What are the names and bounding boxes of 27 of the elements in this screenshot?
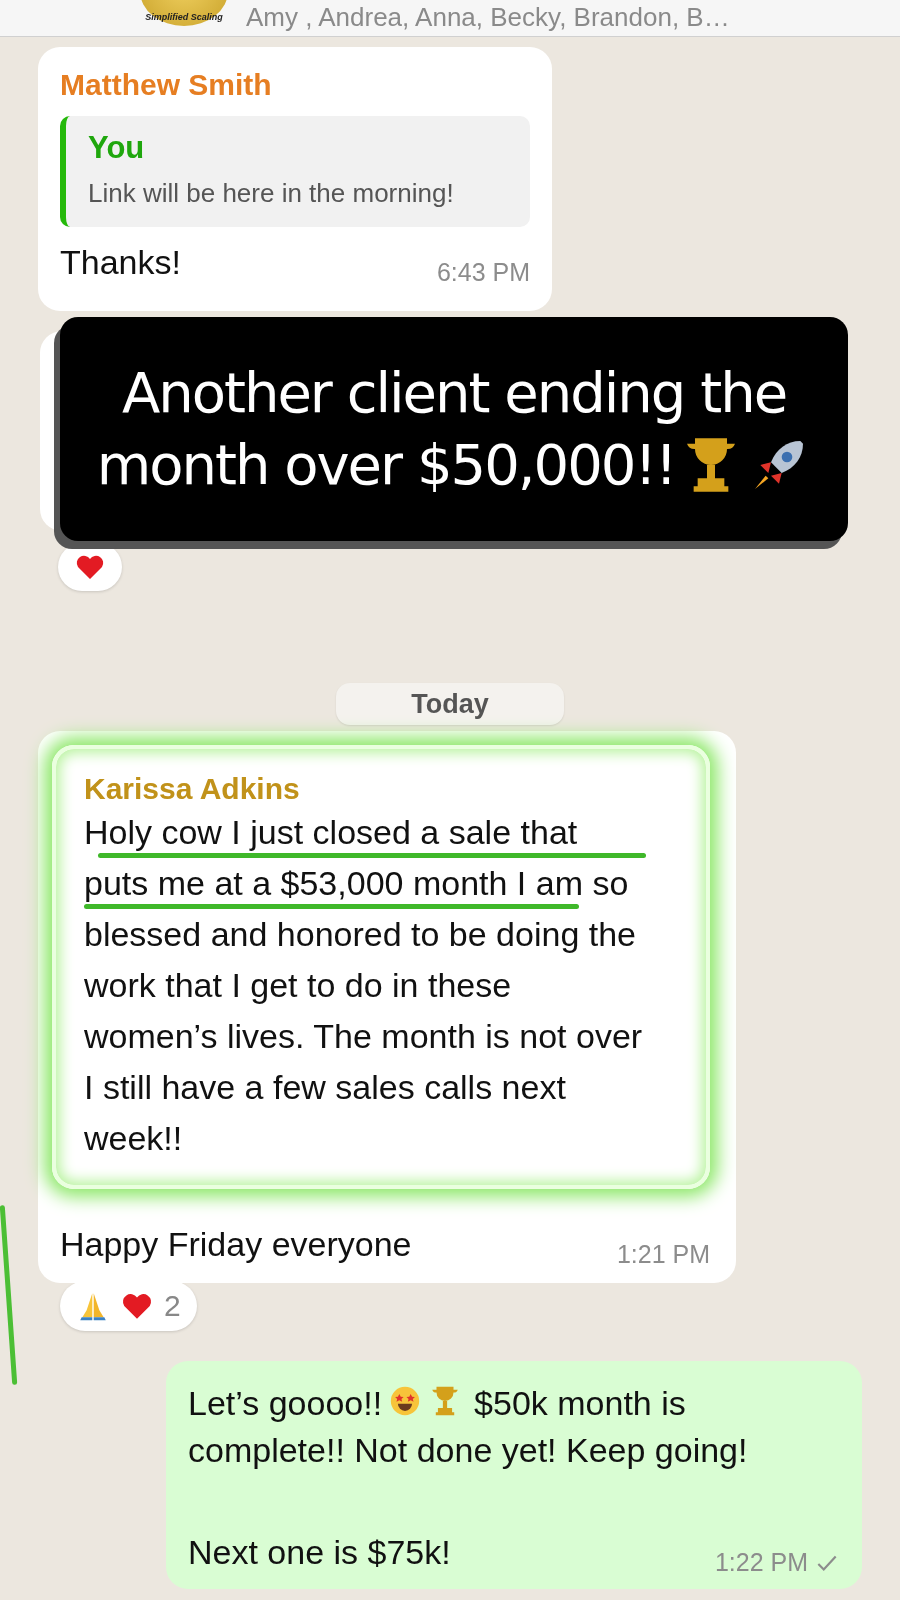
message-text: Next one is $75k! [188, 1532, 451, 1573]
quote-text: Link will be here in the morning! [88, 178, 455, 209]
message-text: complete!! Not done yet! Keep going! [188, 1430, 748, 1470]
quoted-message[interactable]: You Link will be here in the morning! [60, 116, 530, 227]
message-text: Holy cow I just closed a sale that [84, 812, 578, 852]
message-text: Happy Friday everyone [60, 1224, 412, 1265]
group-members: Amy , Andrea, Anna, Becky, Brandon, B… [246, 2, 730, 33]
message-text: Let’s goooo!! [188, 1382, 383, 1423]
sender-name: Karissa Adkins [84, 771, 301, 807]
message-time: 6:43 PM [436, 258, 530, 287]
message-text: puts me at a $53,000 month I am so [84, 863, 629, 903]
banner-text: month over $50,000!! [96, 431, 676, 499]
date-label: Today [336, 683, 564, 725]
sender-name: Matthew Smith [60, 67, 273, 103]
message-text: blessed and honored to be doing the [84, 914, 636, 954]
message-text: work that I get to do in these [84, 965, 512, 1005]
reaction-pill[interactable]: 2 [60, 1281, 197, 1331]
message-text: week!! [84, 1118, 183, 1158]
message-text: women’s lives. The month is not over [84, 1016, 643, 1056]
message-text: I still have a few sales calls next [84, 1067, 566, 1107]
reaction-count: 2 [164, 1289, 181, 1323]
quote-sender: You [88, 130, 146, 166]
message-text: Thanks! [60, 242, 181, 283]
message-time: 1:21 PM [616, 1240, 710, 1269]
message-text: $50k month is [474, 1382, 686, 1423]
message-time: 1:22 PM [714, 1548, 840, 1577]
banner-text: Another client ending the [121, 359, 787, 427]
